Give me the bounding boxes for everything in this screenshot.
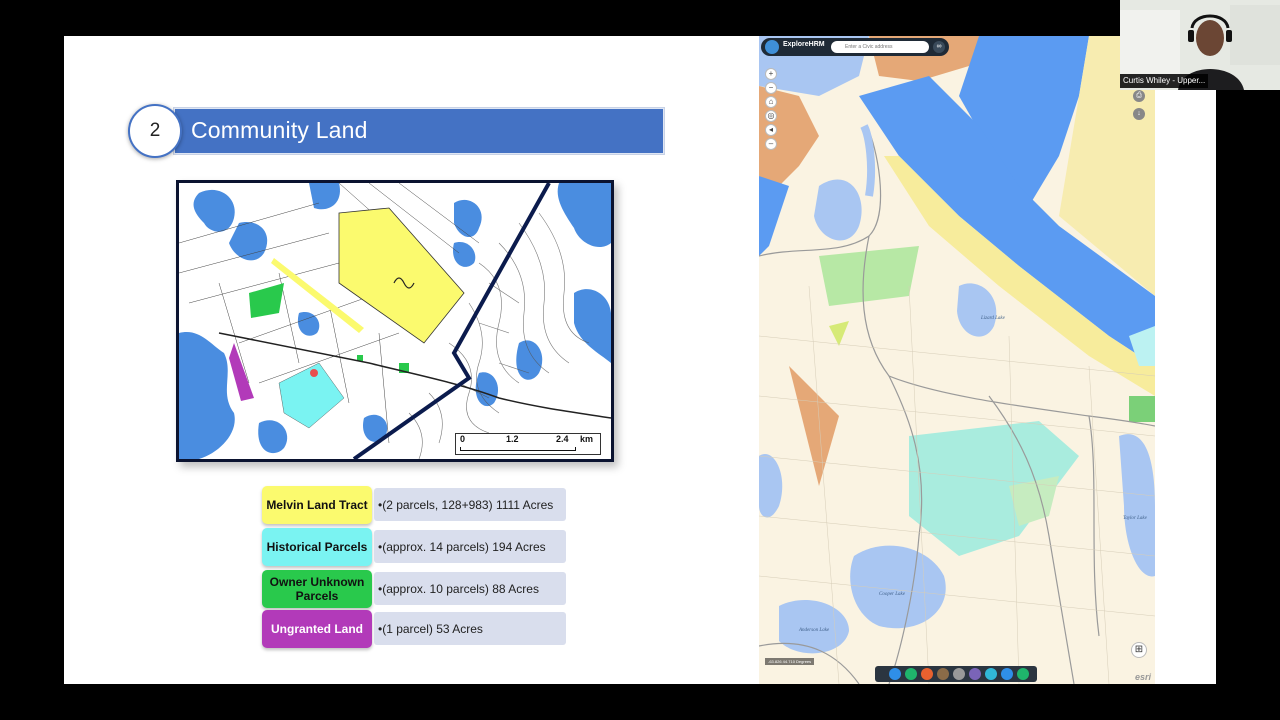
minus-icon[interactable]: – xyxy=(765,138,777,150)
lake-label-anderson: Anderson Lake xyxy=(799,628,830,633)
print-icon[interactable]: ⎙ xyxy=(1133,90,1145,102)
info-tool-icon[interactable] xyxy=(1017,668,1029,680)
measure-tool-icon[interactable] xyxy=(921,668,933,680)
screen: Community Land 2 0 1.2 2.4 km Melvin Lan… xyxy=(0,0,1280,720)
layers-tool-icon[interactable] xyxy=(889,668,901,680)
slide-right-margin xyxy=(1155,36,1216,684)
webcam-tile: Curtis Whiley - Upper... xyxy=(1120,0,1280,90)
basemap-grid-icon[interactable]: ⊞ xyxy=(1131,642,1147,658)
participant-face xyxy=(1196,20,1224,56)
slide-title: Community Land xyxy=(191,117,368,143)
esri-attribution: esri xyxy=(1134,672,1151,682)
lake-label-taylor: Taylor Lake xyxy=(1123,516,1147,521)
search-tool-icon[interactable] xyxy=(985,668,997,680)
lake-label-cooper: Cooper Lake xyxy=(879,592,905,597)
gis-bottom-toolbar xyxy=(875,666,1037,682)
scale-unit: km xyxy=(580,434,594,444)
draw-tool-icon[interactable] xyxy=(937,668,949,680)
gis-web-map[interactable]: ExploreHRM ∞ + − ⌂ ◎ ◂ – Lizard Lake Tay… xyxy=(759,36,1155,684)
scale-label-0: 0 xyxy=(460,434,466,444)
scale-ruler xyxy=(460,447,576,451)
locate-icon[interactable]: ◎ xyxy=(765,110,777,122)
legend-chip-historical: Historical Parcels xyxy=(262,528,372,566)
legend-row-owner-unknown: Owner Unknown Parcels •(approx. 10 parce… xyxy=(262,570,568,608)
legend-row-melvin: Melvin Land Tract •(2 parcels, 128+983) … xyxy=(262,486,568,524)
settings-tool-icon[interactable] xyxy=(953,668,965,680)
link-icon[interactable]: ∞ xyxy=(933,41,945,53)
title-bar: Community Land xyxy=(174,108,664,154)
scale-label-1: 1.2 xyxy=(506,434,519,444)
gis-map-canvas[interactable] xyxy=(759,36,1155,684)
legend-chip-melvin: Melvin Land Tract xyxy=(262,486,372,524)
legend-desc-historical: •(approx. 14 parcels) 194 Acres xyxy=(374,530,566,563)
scale-label-2: 2.4 xyxy=(556,434,569,444)
back-icon[interactable]: ◂ xyxy=(765,124,777,136)
legend-desc-owner-unknown: •(approx. 10 parcels) 88 Acres xyxy=(374,572,566,605)
participant-name-tag: Curtis Whiley - Upper... xyxy=(1120,74,1209,88)
download-icon[interactable]: ↓ xyxy=(1133,108,1145,120)
parcel-green xyxy=(1129,396,1155,422)
location-marker xyxy=(310,369,318,377)
legend-chip-ungranted: Ungranted Land xyxy=(262,610,372,648)
zoom-out-button[interactable]: − xyxy=(765,82,777,94)
community-land-map: 0 1.2 2.4 km xyxy=(176,180,614,462)
gis-header-bar: ExploreHRM ∞ xyxy=(761,38,949,56)
print-tool-icon[interactable] xyxy=(905,668,917,680)
legend-desc-ungranted: •(1 parcel) 53 Acres xyxy=(374,612,566,645)
coordinate-readout: -63.826 44.710 Degrees xyxy=(765,658,815,665)
home-icon[interactable]: ⌂ xyxy=(765,96,777,108)
section-number-badge: 2 xyxy=(128,104,182,158)
legend-row-ungranted: Ungranted Land •(1 parcel) 53 Acres xyxy=(262,610,568,648)
legend-row-historical: Historical Parcels •(approx. 14 parcels)… xyxy=(262,528,568,566)
address-search-input[interactable] xyxy=(831,41,929,53)
gis-app-name: ExploreHRM xyxy=(783,41,825,48)
identify-tool-icon[interactable] xyxy=(969,668,981,680)
parcel-map-image xyxy=(179,183,611,459)
zoom-in-button[interactable]: + xyxy=(765,68,777,80)
lake-label-lizard: Lizard Lake xyxy=(981,316,1005,321)
legend-chip-owner-unknown: Owner Unknown Parcels xyxy=(262,570,372,608)
explorehrm-logo-icon xyxy=(765,40,779,54)
legend-desc-melvin: •(2 parcels, 128+983) 1111 Acres xyxy=(374,488,566,521)
map-scale-bar: 0 1.2 2.4 km xyxy=(455,433,601,455)
share-tool-icon[interactable] xyxy=(1001,668,1013,680)
